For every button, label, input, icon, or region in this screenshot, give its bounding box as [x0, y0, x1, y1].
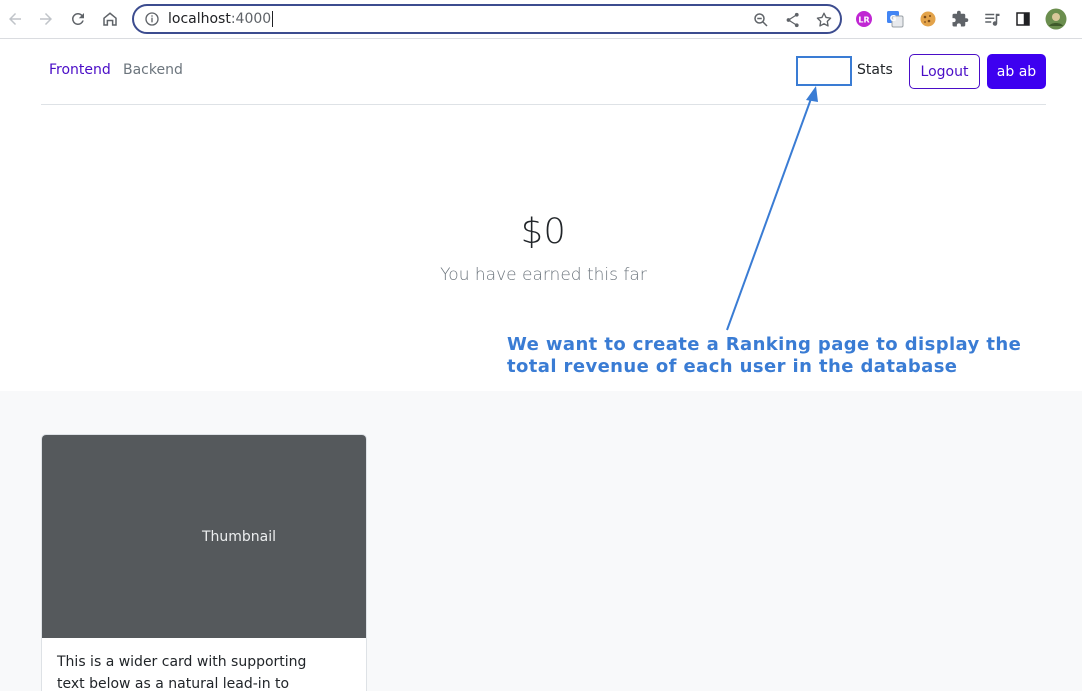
profile-avatar[interactable]	[1044, 7, 1068, 31]
annotation-line-2: total revenue of each user in the databa…	[507, 356, 958, 377]
side-panel-icon[interactable]	[1012, 8, 1034, 30]
info-icon[interactable]	[144, 11, 160, 27]
bookmark-star-icon[interactable]	[815, 11, 833, 29]
reload-icon	[71, 12, 84, 25]
svg-text:G: G	[890, 14, 897, 23]
url-port: :4000	[230, 11, 272, 27]
logout-button[interactable]: Logout	[909, 54, 980, 89]
card-thumbnail: Thumbnail	[42, 435, 366, 638]
browser-toolbar: localhost:4000​ LR G	[0, 0, 1082, 39]
share-icon[interactable]	[784, 11, 802, 29]
media-queue-icon[interactable]	[981, 8, 1003, 30]
home-button[interactable]	[99, 8, 121, 30]
thumbnail-label: Thumbnail	[201, 528, 277, 545]
arrow-left-icon	[9, 13, 21, 25]
translate-extension-icon[interactable]: G	[884, 8, 906, 30]
url-host: localhost	[168, 11, 231, 27]
url-text[interactable]: localhost:4000​	[168, 11, 274, 27]
reload-button[interactable]	[67, 8, 89, 30]
zoom-icon[interactable]	[752, 11, 770, 29]
nav-link-stats[interactable]: Stats	[857, 62, 893, 78]
earnings-subtitle: You have earned this far	[440, 265, 647, 285]
album-section: Thumbnail This is a wider card with supp…	[0, 391, 1082, 691]
extensions-puzzle-icon[interactable]	[949, 8, 971, 30]
forward-button[interactable]	[35, 8, 57, 30]
nav-link-backend[interactable]: Backend	[123, 62, 183, 78]
app-navbar: Frontend Backend Stats Logout ab ab	[41, 39, 1046, 105]
annotation-text: We want to create a Ranking page to disp…	[507, 334, 1067, 378]
svg-text:LR: LR	[858, 16, 869, 25]
earnings-amount: $0	[520, 212, 567, 252]
extension-purple-icon[interactable]: LR	[853, 8, 875, 30]
arrow-right-icon	[40, 13, 52, 25]
card-text: This is a wider card with supporting tex…	[57, 654, 307, 691]
address-bar[interactable]: localhost:4000​	[132, 4, 842, 34]
user-menu-button[interactable]: ab ab	[987, 54, 1046, 89]
nav-link-frontend[interactable]: Frontend	[49, 62, 111, 78]
annotation-line-1: We want to create a Ranking page to disp…	[507, 334, 1022, 355]
home-icon	[103, 12, 117, 26]
highlighted-empty-slot	[796, 56, 852, 86]
card: Thumbnail This is a wider card with supp…	[41, 434, 367, 691]
back-button[interactable]	[4, 8, 26, 30]
cookie-extension-icon[interactable]	[917, 8, 939, 30]
text-cursor: ​	[272, 11, 274, 27]
